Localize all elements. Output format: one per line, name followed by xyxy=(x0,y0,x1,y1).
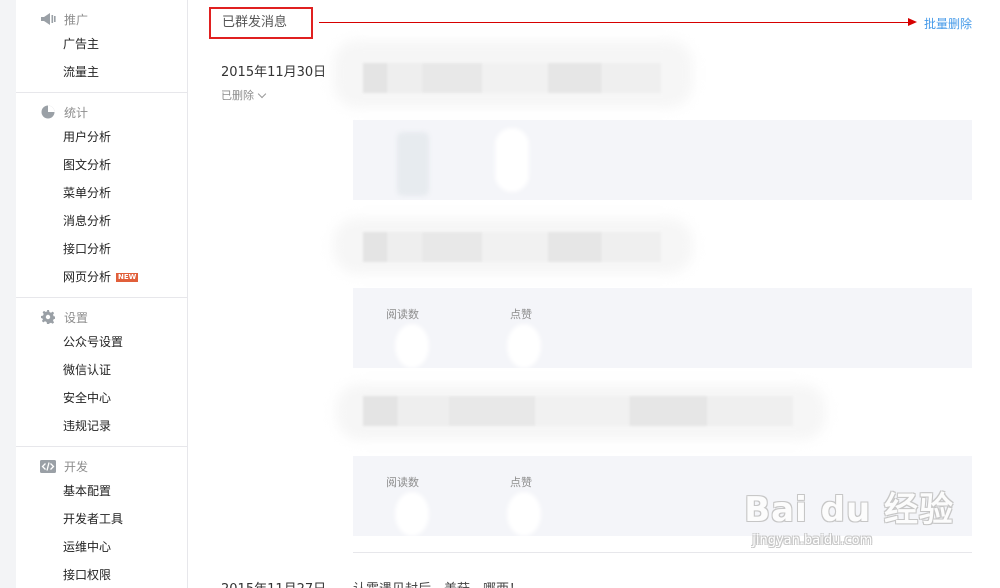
sidebar-item-basic-config[interactable]: 基本配置 xyxy=(16,477,187,505)
sidebar-item-label: 运维中心 xyxy=(63,540,112,554)
sidebar-item-label: 公众号设置 xyxy=(63,335,124,349)
message-date: 2015年11月30日 xyxy=(221,65,327,80)
sidebar-item-label: 微信认证 xyxy=(63,363,112,377)
sidebar-item-wechat-verification[interactable]: 微信认证 xyxy=(16,356,187,384)
blurred-stat-value xyxy=(507,492,541,536)
sidebar-item-label: 安全中心 xyxy=(63,391,112,405)
sidebar-group-title: 统计 xyxy=(64,105,89,120)
blurred-stat-value xyxy=(395,492,429,536)
blurred-stat-value xyxy=(507,324,541,368)
sidebar-item-article-analysis[interactable]: 图文分析 xyxy=(16,151,187,179)
read-count-label: 阅读数 xyxy=(386,476,419,489)
message-status-label: 已删除 xyxy=(221,89,254,102)
sidebar-item-label: 广告主 xyxy=(63,37,100,51)
sidebar-item-label: 用户分析 xyxy=(63,130,112,144)
sidebar-item-ops-center[interactable]: 运维中心 xyxy=(16,533,187,561)
read-count-label: 阅读数 xyxy=(386,308,419,321)
article-stats-box: 阅读数 点赞 xyxy=(353,456,972,536)
tab-sent-messages[interactable]: 已群发消息 xyxy=(209,7,313,39)
annotation-arrow-head xyxy=(908,18,917,26)
blurred-article-title xyxy=(363,63,661,93)
sidebar-group-header: 统计 xyxy=(16,101,187,123)
sidebar-item-user-analysis[interactable]: 用户分析 xyxy=(16,123,187,151)
pie-chart-icon xyxy=(40,104,56,120)
like-count-label: 点赞 xyxy=(510,308,532,321)
article-stats-box xyxy=(353,120,972,200)
sidebar-item-developer-tools[interactable]: 开发者工具 xyxy=(16,505,187,533)
sidebar-item-label: 违规记录 xyxy=(63,419,112,433)
blurred-stat-value xyxy=(495,128,529,192)
blurred-stat-value xyxy=(395,324,429,368)
megaphone-icon xyxy=(40,11,56,27)
article-stats-box: 阅读数 点赞 xyxy=(353,288,972,368)
sidebar-group-settings: 设置 公众号设置 微信认证 安全中心 违规记录 xyxy=(16,298,187,447)
sidebar-item-security-center[interactable]: 安全中心 xyxy=(16,384,187,412)
message-date: 2015年11月27日 xyxy=(221,578,326,588)
sidebar-item-label: 图文分析 xyxy=(63,158,112,172)
sidebar-group-development: 开发 基本配置 开发者工具 运维中心 接口权限 xyxy=(16,447,187,588)
message-status-dropdown[interactable]: 已删除 xyxy=(221,87,267,103)
blurred-article-title xyxy=(363,232,661,262)
sidebar: 推广 广告主 流量主 统计 用户分析 图文分析 菜单分析 消息分析 接口分析 网… xyxy=(0,0,188,588)
page: 推广 广告主 流量主 统计 用户分析 图文分析 菜单分析 消息分析 接口分析 网… xyxy=(0,0,1000,588)
sidebar-item-label: 网页分析 xyxy=(63,270,112,284)
sidebar-item-advertiser[interactable]: 广告主 xyxy=(16,30,187,58)
sidebar-item-label: 流量主 xyxy=(63,65,100,79)
sidebar-item-label: 接口权限 xyxy=(63,568,112,582)
sidebar-item-api-permissions[interactable]: 接口权限 xyxy=(16,561,187,588)
sidebar-item-label: 消息分析 xyxy=(63,214,112,228)
sidebar-group-header: 开发 xyxy=(16,455,187,477)
new-badge: NEW xyxy=(116,272,139,282)
blurred-stat-value xyxy=(397,132,429,196)
sidebar-group-title: 推广 xyxy=(64,12,89,27)
like-count-label: 点赞 xyxy=(510,476,532,489)
code-icon xyxy=(40,458,56,474)
message-separator xyxy=(353,552,972,553)
main-content: 已群发消息 批量删除 2015年11月30日 已删除 阅读数 点赞 阅读数 点赞… xyxy=(188,0,1000,588)
sidebar-item-publisher[interactable]: 流量主 xyxy=(16,58,187,86)
blurred-article-title xyxy=(363,396,793,426)
chevron-down-icon xyxy=(257,89,267,98)
annotation-arrow-line xyxy=(319,22,911,23)
sidebar-group-header: 推广 xyxy=(16,8,187,30)
batch-delete-link[interactable]: 批量删除 xyxy=(924,15,972,32)
sidebar-group-promotion: 推广 广告主 流量主 xyxy=(16,0,187,93)
sidebar-item-webpage-analysis[interactable]: 网页分析 NEW xyxy=(16,263,187,291)
sidebar-item-api-analysis[interactable]: 接口分析 xyxy=(16,235,187,263)
sidebar-item-violation-records[interactable]: 违规记录 xyxy=(16,412,187,440)
sidebar-item-label: 基本配置 xyxy=(63,484,112,498)
sidebar-item-label: 菜单分析 xyxy=(63,186,112,200)
message-title[interactable]: 认霍遇见封后，美菇，哪西！ xyxy=(353,578,522,588)
sidebar-item-label: 接口分析 xyxy=(63,242,112,256)
sidebar-item-menu-analysis[interactable]: 菜单分析 xyxy=(16,179,187,207)
sidebar-item-label: 开发者工具 xyxy=(63,512,124,526)
sidebar-group-statistics: 统计 用户分析 图文分析 菜单分析 消息分析 接口分析 网页分析 NEW xyxy=(16,93,187,298)
sidebar-group-title: 开发 xyxy=(64,459,89,474)
sidebar-group-header: 设置 xyxy=(16,306,187,328)
gear-icon xyxy=(40,309,56,325)
sidebar-group-title: 设置 xyxy=(64,310,89,325)
sidebar-item-message-analysis[interactable]: 消息分析 xyxy=(16,207,187,235)
sidebar-item-account-settings[interactable]: 公众号设置 xyxy=(16,328,187,356)
